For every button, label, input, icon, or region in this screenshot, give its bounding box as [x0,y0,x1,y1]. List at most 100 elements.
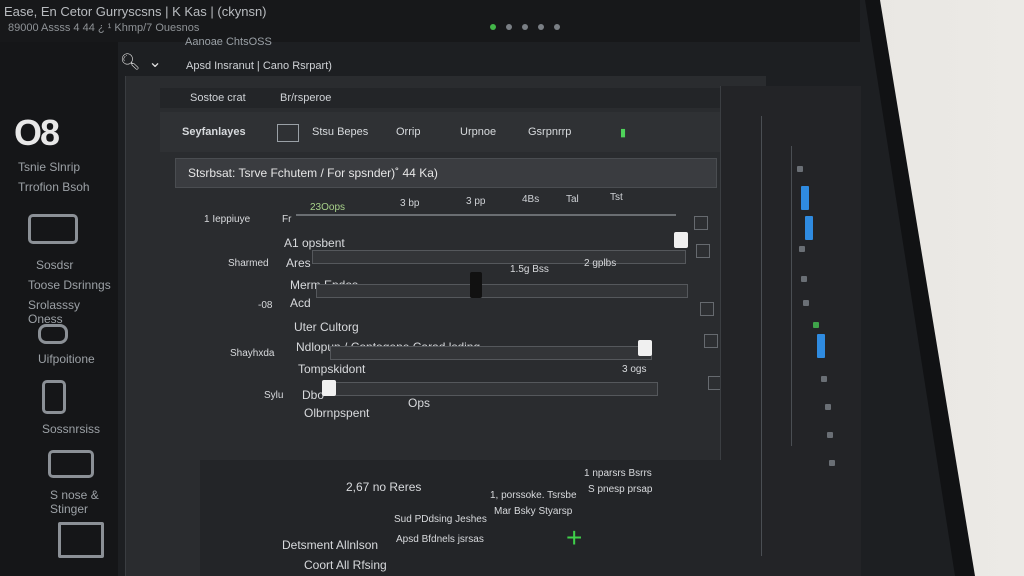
tree-line [791,146,792,446]
value-label: 2 gplbs [584,258,617,269]
scroll-button[interactable] [696,244,710,258]
tree-node[interactable] [827,432,833,438]
tree-node[interactable] [829,460,835,466]
slider-handle[interactable] [470,272,482,298]
topbar-line-2: 89000 Assss 4 44 ¿ ¹ Khmp/7 Ouesnos [8,22,200,34]
scale-label: 3 pp [466,196,486,207]
window-status-dots [490,24,560,30]
toolbar-button[interactable]: Stsu Bepes [312,126,368,138]
row-label: -08 [258,300,273,311]
row-label: Ops [408,396,431,410]
tree-node[interactable] [825,404,831,410]
drive-icon[interactable] [28,214,78,244]
app-logo: O8 [14,112,60,153]
slider-track[interactable] [316,284,688,298]
section-title: Stsrbsat: Tsrve Fchutem / For spsnder)˚ … [188,166,438,180]
scroll-button[interactable] [700,302,714,316]
value-label: 1.5g Bss [510,264,549,275]
row-label: Acd [290,296,311,310]
sidebar-item-label[interactable]: S nose & Stinger [50,488,118,516]
left-sidebar: O8 Tsnie Slnrip Trrofion Bsoh Sosdsr Too… [0,42,118,576]
scale-label: 23Oops [310,202,346,213]
panel-tab-bar: Sostoe crat Br/rsperoe [160,88,720,108]
chevron-down-icon[interactable]: ⌄ [148,52,161,72]
status-dot [506,24,512,30]
bottom-label: 2,67 no Reres [346,480,422,494]
row-label: Fr [282,214,292,225]
row-label: Sylu [264,390,284,401]
slider-track[interactable] [330,346,652,360]
status-dot-green [490,24,496,30]
topbar-line-3: Aanoae ChtsOSS [185,36,272,48]
sidebar-item-label[interactable]: Trrofion Bsoh [18,180,90,194]
status-dot [554,24,560,30]
scale-label: Tal [566,194,579,205]
row-label: A1 opsbent [284,236,345,250]
row-label: Sharmed [228,258,269,269]
bottom-item[interactable]: 1 nparsrs Bsrrs [584,468,652,479]
key-icon[interactable] [38,324,68,344]
sidebar-item-label[interactable]: Sosdsr [36,258,73,272]
scale-line [296,214,676,216]
toolbar-button[interactable]: Urpnoe [460,126,496,138]
phone-icon[interactable] [42,380,66,414]
green-flag-icon[interactable]: ▮ [620,126,626,139]
bottom-item[interactable]: Apsd Bfdnels jsrsas [396,534,484,545]
scale-label: Tst [610,192,623,203]
bottom-item[interactable]: Coort All Rfsing [304,558,387,572]
section-header: Stsrbsat: Tsrve Fchutem / For spsnder)˚ … [175,158,717,188]
toolbar-button[interactable]: Orrip [396,126,420,138]
bottom-item[interactable]: Mar Bsky Styarsp [494,506,572,517]
tree-node[interactable] [821,376,827,382]
bottom-item[interactable]: 1, porssoke. Tsrsbe [490,490,577,501]
bottom-panel: 2,67 no Reres Detsment Allnlson Coort Al… [200,460,760,576]
toolbar: Seyfanlayes Stsu Bepes Orrip Urpnoe Gsrp… [160,112,720,152]
slider-handle[interactable] [638,340,652,356]
tree-node-selected[interactable] [801,186,809,210]
slider-handle[interactable] [674,232,688,248]
slider-track[interactable] [312,250,686,264]
scale-label: 3 bp [400,198,420,209]
tab-left[interactable]: Sostoe crat [190,92,246,104]
row-label: 1 Ieppiuye [204,214,251,225]
bottom-item[interactable]: Sud PDdsing Jeshes [394,514,487,525]
sidebar-item-label[interactable]: Uifpoitione [38,352,95,366]
sidebar-item-label[interactable]: Sossnrsiss [42,422,100,436]
tree-node[interactable] [797,166,803,172]
value-label: 3 ogs [622,364,647,375]
status-dot [538,24,544,30]
toolbar-title: Seyfanlayes [182,126,246,138]
device-icon[interactable] [48,450,94,478]
bottom-item[interactable]: S pnesp prsap [588,484,653,495]
tree-node-selected[interactable] [805,216,813,240]
tree-node[interactable] [799,246,805,252]
row-label: Olbrnpspent [304,406,370,420]
add-icon[interactable]: + [566,522,582,554]
slider-track[interactable] [326,382,658,396]
bottom-item[interactable]: Detsment Allnlson [282,538,378,552]
sidebar-item-label[interactable]: Tsnie Slnrip [18,160,80,174]
topbar-line-1: Ease, En Cetor Gurryscsns | K Kas | (cky… [4,4,267,19]
tab-right[interactable]: Br/rsperoe [280,92,331,104]
slider-handle[interactable] [322,380,336,396]
scroll-button[interactable] [704,334,718,348]
status-dot [522,24,528,30]
tree-node[interactable] [801,276,807,282]
scroll-button[interactable] [694,216,708,230]
search-row: 🔍︎ ⌄ [120,52,162,72]
screen: Ease, En Cetor Gurryscsns | K Kas | (cky… [0,0,955,576]
tree-node-selected[interactable] [817,334,825,358]
sidebar-item-label[interactable]: Srolasssy Oness [28,298,118,326]
tree-node-active[interactable] [813,322,819,328]
tools-icon[interactable] [58,522,104,558]
search-icon[interactable]: 🔍︎ [120,52,140,72]
tree-node[interactable] [803,300,809,306]
row-label: Ares [286,256,311,270]
checkbox[interactable] [277,124,299,142]
row-label: Tompskidont [298,362,366,376]
sidebar-item-label[interactable]: Toose Dsrinngs [28,278,111,292]
row-label: Shayhxda [230,348,275,359]
scale-label: 4Bs [522,194,540,205]
row-label: Uter Cultorg [294,320,359,334]
toolbar-button[interactable]: Gsrpnrrp [528,126,571,138]
